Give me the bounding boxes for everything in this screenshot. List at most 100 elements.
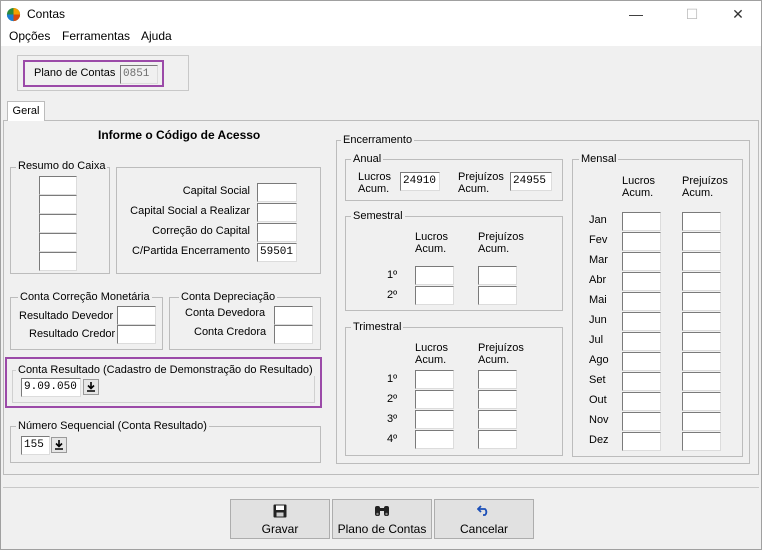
conta-devedora-field[interactable] (274, 306, 313, 325)
trimestral-4-prejuizos-field[interactable] (478, 430, 517, 449)
maximize-button[interactable]: ☐ (675, 1, 709, 28)
trimestral-2-prejuizos-field[interactable] (478, 390, 517, 409)
trimestral-4-lucros-field[interactable] (415, 430, 454, 449)
plano-de-contas-button[interactable]: Plano de Contas (332, 499, 432, 539)
semestral-row-label: 1º (387, 269, 398, 281)
resumo-caixa-field-4[interactable] (39, 233, 77, 252)
mensal-mar-prejuizos-field[interactable] (682, 252, 721, 271)
resumo-caixa-field-3[interactable] (39, 214, 77, 233)
semestral-2-lucros-field[interactable] (415, 286, 454, 305)
conta-credora-field[interactable] (274, 325, 313, 344)
mensal-fev-lucros-field[interactable] (622, 232, 661, 251)
month-label: Abr (589, 274, 607, 286)
resultado-devedor-label: Resultado Devedor (19, 310, 114, 322)
resumo-caixa-field-1[interactable] (39, 176, 77, 195)
correcao-monetaria-label: Conta Correção Monetária (18, 291, 152, 303)
capital-realizar-label: Capital Social a Realizar (130, 205, 250, 217)
title-bar: Contas — ☐ ✕ (1, 1, 761, 28)
month-label: Dez (589, 434, 609, 446)
undo-icon (435, 504, 533, 520)
correcao-capital-field[interactable] (257, 223, 297, 242)
mensal-dez-lucros-field[interactable] (622, 432, 661, 451)
month-label: Jun (589, 314, 607, 326)
trimestral-group (345, 327, 563, 456)
conta-resultado-label: Conta Resultado (Cadastro de Demonstraçã… (16, 364, 315, 376)
gravar-button[interactable]: Gravar (230, 499, 330, 539)
mensal-abr-prejuizos-field[interactable] (682, 272, 721, 291)
semestral-1-prejuizos-field[interactable] (478, 266, 517, 285)
mensal-mai-prejuizos-field[interactable] (682, 292, 721, 311)
capital-social-label: Capital Social (182, 185, 250, 197)
plano-de-contas-button-label: Plano de Contas (337, 522, 427, 536)
capital-social-field[interactable] (257, 183, 297, 202)
resultado-devedor-field[interactable] (117, 306, 156, 325)
mensal-abr-lucros-field[interactable] (622, 272, 661, 291)
download-arrow-icon (55, 440, 63, 450)
menu-ferramentas[interactable]: Ferramentas (62, 29, 130, 43)
trimestral-2-lucros-field[interactable] (415, 390, 454, 409)
menu-bar: Opções Ferramentas Ajuda (1, 28, 761, 46)
mensal-out-lucros-field[interactable] (622, 392, 661, 411)
semestral-2-prejuizos-field[interactable] (478, 286, 517, 305)
trimestral-lucros-label: Lucros Acum. (415, 342, 449, 366)
trimestral-1-prejuizos-field[interactable] (478, 370, 517, 389)
capital-realizar-field[interactable] (257, 203, 297, 222)
mensal-jul-lucros-field[interactable] (622, 332, 661, 351)
tab-geral[interactable]: Geral (7, 101, 45, 121)
trimestral-row-label: 3º (387, 413, 398, 425)
semestral-label: Semestral (351, 210, 405, 222)
mensal-jun-lucros-field[interactable] (622, 312, 661, 331)
mensal-lucros-label: Lucros Acum. (622, 175, 656, 199)
resumo-caixa-field-2[interactable] (39, 195, 77, 214)
mensal-out-prejuizos-field[interactable] (682, 392, 721, 411)
mensal-jun-prejuizos-field[interactable] (682, 312, 721, 331)
mensal-fev-prejuizos-field[interactable] (682, 232, 721, 251)
resultado-credor-field[interactable] (117, 325, 156, 344)
minimize-button[interactable]: — (619, 1, 653, 28)
mensal-mai-lucros-field[interactable] (622, 292, 661, 311)
download-arrow-icon (87, 382, 95, 392)
semestral-group (345, 216, 563, 311)
plano-label: Plano de Contas (34, 67, 116, 79)
mensal-jan-prejuizos-field[interactable] (682, 212, 721, 231)
contas-window: Contas — ☐ ✕ Opções Ferramentas Ajuda Pl… (0, 0, 762, 550)
mensal-ago-prejuizos-field[interactable] (682, 352, 721, 371)
resumo-caixa-label: Resumo do Caixa (16, 160, 108, 172)
semestral-1-lucros-field[interactable] (415, 266, 454, 285)
page-heading: Informe o Código de Acesso (98, 128, 261, 142)
conta-resultado-field[interactable]: 9.09.050 (21, 378, 81, 397)
mensal-prejuizos-label: Prejuízos Acum. (682, 175, 728, 199)
mensal-set-lucros-field[interactable] (622, 372, 661, 391)
mensal-nov-prejuizos-field[interactable] (682, 412, 721, 431)
anual-lucros-field[interactable]: 24910 (400, 172, 440, 191)
menu-ajuda[interactable]: Ajuda (141, 29, 172, 43)
numero-sequencial-field[interactable]: 155 (21, 436, 50, 455)
trimestral-3-prejuizos-field[interactable] (478, 410, 517, 429)
mensal-jan-lucros-field[interactable] (622, 212, 661, 231)
resumo-caixa-field-5[interactable] (39, 252, 77, 271)
anual-prejuizos-field[interactable]: 24955 (510, 172, 552, 191)
mensal-dez-prejuizos-field[interactable] (682, 432, 721, 451)
trimestral-3-lucros-field[interactable] (415, 410, 454, 429)
numero-sequencial-label: Número Sequencial (Conta Resultado) (16, 420, 209, 432)
plano-field: 0851 (120, 65, 158, 84)
mensal-mar-lucros-field[interactable] (622, 252, 661, 271)
trimestral-1-lucros-field[interactable] (415, 370, 454, 389)
binoculars-icon (333, 504, 431, 520)
numero-sequencial-lookup-button[interactable] (51, 437, 67, 453)
anual-label: Anual (351, 153, 384, 165)
close-button[interactable]: ✕ (721, 1, 755, 28)
cancelar-button[interactable]: Cancelar (434, 499, 534, 539)
cpartida-field[interactable]: 59501 (257, 243, 297, 262)
mensal-jul-prejuizos-field[interactable] (682, 332, 721, 351)
encerramento-label: Encerramento (341, 134, 415, 146)
semestral-row-label: 2º (387, 289, 398, 301)
trimestral-row-label: 2º (387, 393, 398, 405)
menu-opcoes[interactable]: Opções (9, 29, 50, 43)
conta-resultado-lookup-button[interactable] (83, 379, 99, 395)
mensal-nov-lucros-field[interactable] (622, 412, 661, 431)
mensal-set-prejuizos-field[interactable] (682, 372, 721, 391)
gravar-button-label: Gravar (261, 522, 299, 536)
month-label: Jul (589, 334, 604, 346)
mensal-ago-lucros-field[interactable] (622, 352, 661, 371)
